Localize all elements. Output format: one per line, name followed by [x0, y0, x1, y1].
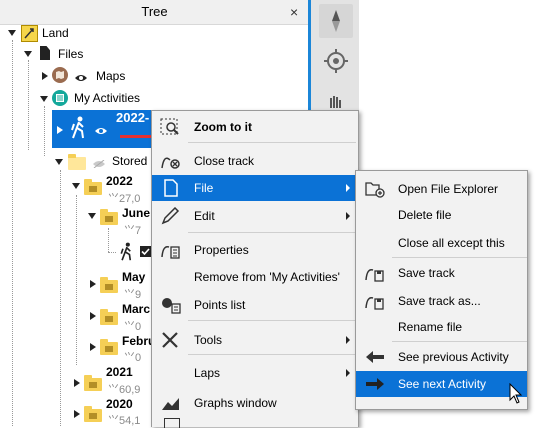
tree-item-june[interactable]: June: [122, 203, 150, 223]
expand-icon[interactable]: [74, 379, 80, 387]
tree-item-may[interactable]: May: [122, 267, 145, 287]
pencil-icon: [160, 206, 182, 225]
menu-item-see-next[interactable]: See next Activity: [356, 371, 527, 397]
menu-item-tools[interactable]: Tools: [152, 327, 358, 353]
expand-icon[interactable]: [8, 30, 16, 36]
compass-icon[interactable]: [319, 4, 353, 38]
menu-item-close-track[interactable]: Close track: [152, 148, 358, 174]
graph-icon: [160, 394, 182, 412]
expand-icon[interactable]: [90, 312, 96, 320]
expand-icon[interactable]: [57, 126, 63, 134]
land-icon: [21, 25, 38, 42]
locate-icon[interactable]: [319, 44, 353, 78]
expand-icon[interactable]: [90, 280, 96, 288]
save-track-as-icon: [364, 292, 386, 310]
menu-item-properties[interactable]: Properties: [152, 237, 358, 263]
file-icon: [40, 46, 50, 60]
eye-icon[interactable]: [74, 71, 88, 81]
mouse-cursor-icon: [509, 382, 523, 405]
folder-icon: [100, 277, 118, 293]
tree-item-land[interactable]: Land: [42, 23, 69, 43]
zoom-icon: [160, 118, 182, 136]
folder-icon: [84, 406, 102, 422]
maps-icon: [52, 67, 68, 83]
stat-june: ⺍7: [124, 225, 142, 237]
menu-item-remove[interactable]: Remove from 'My Activities': [152, 264, 358, 290]
file-submenu: Open File Explorer Delete file Close all…: [355, 170, 528, 410]
menu-item-delete-file[interactable]: Delete file: [356, 202, 527, 228]
menu-item-graphs-window[interactable]: Graphs window: [152, 390, 358, 416]
tree-item-2021[interactable]: 2021: [106, 362, 133, 382]
activity-label[interactable]: 2022-: [116, 108, 149, 128]
menu-item-open-file-explorer[interactable]: Open File Explorer: [356, 176, 527, 202]
expand-icon[interactable]: [42, 72, 48, 80]
menu-item-rename-file[interactable]: Rename file: [356, 314, 527, 340]
menu-item-see-previous[interactable]: See previous Activity: [356, 344, 527, 370]
menu-item-points-list[interactable]: Points list: [152, 292, 358, 318]
menu-item-edit[interactable]: Edit: [152, 203, 358, 229]
expand-icon[interactable]: [72, 183, 80, 189]
submenu-arrow-icon: [346, 212, 350, 220]
folder-icon: [100, 209, 118, 225]
folder-icon: [84, 179, 102, 195]
tree-item-2022[interactable]: 2022: [106, 171, 133, 191]
folder-icon: [100, 309, 118, 325]
folder-icon: [68, 154, 86, 170]
menu-item-file[interactable]: File: [152, 175, 358, 201]
folder-icon: [84, 375, 102, 391]
submenu-arrow-icon: [346, 369, 350, 377]
activities-icon: [52, 90, 68, 106]
save-track-icon: [364, 264, 386, 282]
folder-open-icon: [364, 180, 386, 198]
hiker-icon: [68, 116, 90, 140]
expand-icon[interactable]: [24, 51, 32, 57]
folder-icon: [100, 339, 118, 355]
file-icon: [160, 179, 182, 197]
tree-item-march[interactable]: Marc: [122, 299, 150, 319]
expand-icon[interactable]: [88, 213, 96, 219]
tree-title: Tree: [0, 0, 309, 25]
hiker-icon: [118, 242, 136, 262]
tools-icon: [160, 331, 182, 349]
close-icon[interactable]: ×: [290, 5, 298, 19]
play-icon: [164, 418, 180, 428]
menu-item-zoom-to-it[interactable]: Zoom to it: [152, 114, 358, 140]
context-menu: Zoom to it Close track File Edit Propert…: [151, 110, 359, 428]
expand-icon[interactable]: [74, 410, 80, 418]
properties-icon: [160, 241, 182, 259]
tree-item-stored[interactable]: Stored: [112, 151, 147, 171]
tree-item-files[interactable]: Files: [58, 44, 83, 64]
submenu-arrow-icon: [346, 336, 350, 344]
expand-icon[interactable]: [55, 159, 63, 165]
expand-icon[interactable]: [40, 96, 48, 102]
track-color-indicator: [120, 135, 152, 138]
arrow-left-icon: [364, 348, 386, 366]
close-track-icon: [160, 152, 182, 170]
points-list-icon: [160, 296, 182, 314]
menu-item-save-track-as[interactable]: Save track as...: [356, 288, 527, 314]
eye-icon[interactable]: [94, 124, 108, 134]
tree-item-2020[interactable]: 2020: [106, 394, 133, 414]
expand-icon[interactable]: [90, 343, 96, 351]
tree-item-my-activities[interactable]: My Activities: [74, 88, 140, 108]
submenu-arrow-icon: [346, 184, 350, 192]
arrow-right-icon: [364, 375, 386, 393]
menu-item-laps[interactable]: Laps: [152, 360, 358, 386]
menu-item-close-all-except[interactable]: Close all except this: [356, 230, 527, 256]
checkbox-icon[interactable]: [140, 246, 151, 257]
hidden-eye-icon[interactable]: [92, 157, 106, 169]
tree-item-maps[interactable]: Maps: [96, 66, 125, 86]
menu-item-save-track[interactable]: Save track: [356, 260, 527, 286]
